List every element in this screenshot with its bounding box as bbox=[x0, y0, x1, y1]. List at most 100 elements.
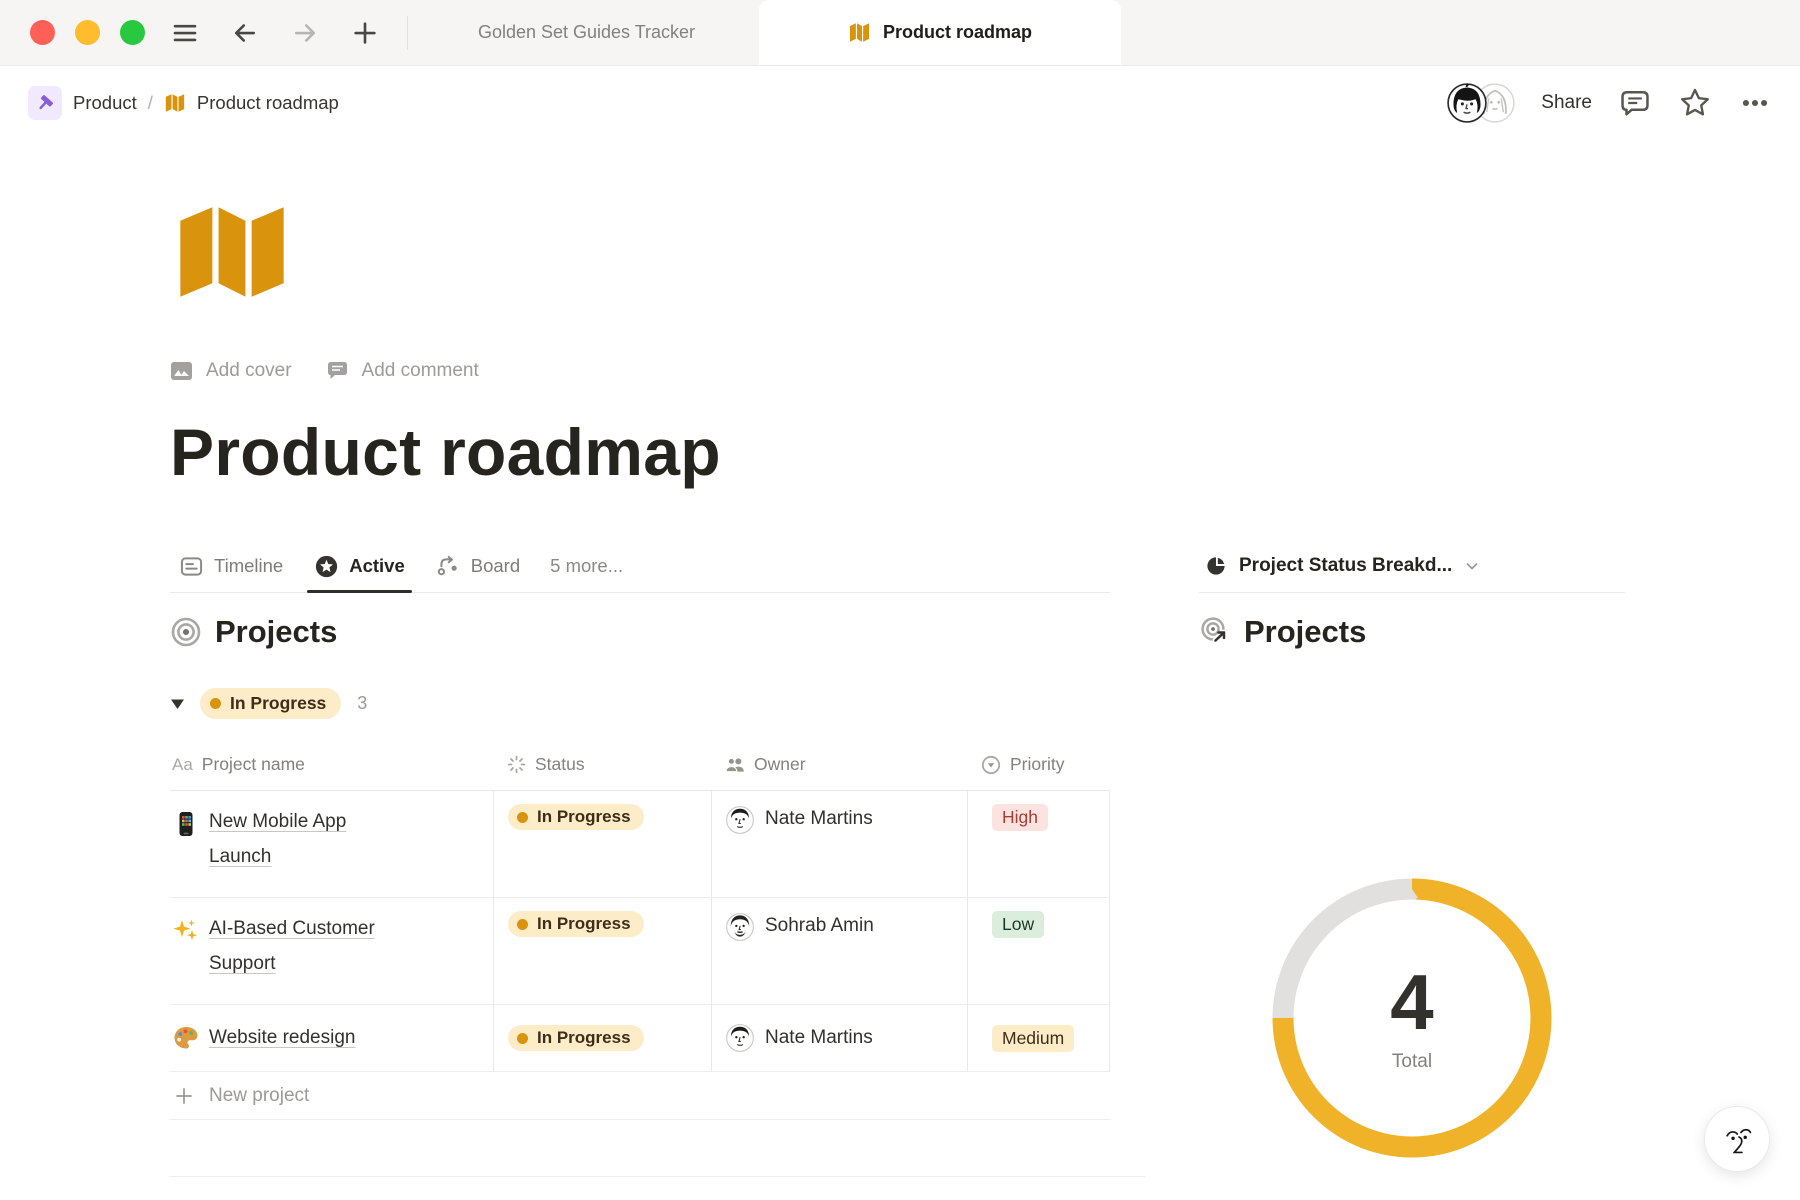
chart-view-selector[interactable]: Project Status Breakd... bbox=[1199, 540, 1486, 592]
add-comment-button[interactable]: Add comment bbox=[326, 360, 479, 382]
owner-cell[interactable]: Nate Martins bbox=[712, 791, 968, 897]
project-link[interactable]: New Mobile App Launch bbox=[209, 804, 395, 874]
status-pill[interactable]: In Progress bbox=[508, 911, 644, 937]
window-minimize-button[interactable] bbox=[75, 20, 100, 45]
page-icon-map[interactable] bbox=[170, 196, 294, 308]
forward-button[interactable] bbox=[285, 13, 325, 53]
page-title[interactable]: Product roadmap bbox=[170, 414, 1800, 490]
breadcrumb-separator: / bbox=[148, 92, 153, 114]
back-button[interactable] bbox=[225, 13, 265, 53]
priority-icon bbox=[981, 755, 1001, 775]
project-name-cell[interactable]: Website redesign bbox=[170, 1005, 494, 1071]
workspace-icon[interactable] bbox=[28, 86, 62, 120]
priority-tag[interactable]: High bbox=[992, 804, 1048, 831]
ai-face-icon bbox=[1716, 1118, 1758, 1160]
breadcrumb-workspace[interactable]: Product bbox=[73, 92, 137, 114]
tab-label: Board bbox=[471, 555, 520, 577]
group-toggle[interactable] bbox=[170, 698, 200, 710]
tab-active[interactable]: Active bbox=[305, 540, 414, 592]
status-spinner-icon bbox=[507, 755, 526, 774]
browser-tab-active[interactable]: Product roadmap bbox=[759, 0, 1121, 65]
owner-name: Nate Martins bbox=[765, 808, 873, 830]
browser-tab-inactive[interactable]: Golden Set Guides Tracker bbox=[414, 0, 759, 65]
more-views-button[interactable]: 5 more... bbox=[542, 555, 631, 577]
people-icon bbox=[725, 755, 745, 775]
browser-tab-bar: Golden Set Guides Tracker Product roadma… bbox=[0, 0, 1800, 66]
window-zoom-button[interactable] bbox=[120, 20, 145, 45]
comments-button[interactable] bbox=[1618, 86, 1652, 120]
owner-cell[interactable]: Sohrab Amin bbox=[712, 898, 968, 1004]
chart-view-label: Project Status Breakd... bbox=[1239, 555, 1452, 577]
collaborator-avatars[interactable] bbox=[1447, 83, 1515, 123]
forward-arrow-icon bbox=[290, 18, 320, 48]
share-button[interactable]: Share bbox=[1541, 92, 1592, 114]
image-icon bbox=[170, 361, 193, 381]
owner-cell[interactable]: Nate Martins bbox=[712, 1005, 968, 1071]
table-row: Website redesign In Progress Nate Martin… bbox=[170, 1005, 1110, 1072]
star-circle-icon bbox=[314, 554, 339, 579]
tab-title: Product roadmap bbox=[883, 22, 1032, 43]
column-header-priority[interactable]: Priority bbox=[968, 754, 1110, 775]
favorite-button[interactable] bbox=[1678, 86, 1712, 120]
group-label: In Progress bbox=[230, 693, 326, 714]
app-header: Product / Product roadmap Share bbox=[0, 66, 1800, 140]
column-header-name[interactable]: Aa Project name bbox=[170, 754, 494, 775]
group-header: In Progress 3 bbox=[170, 688, 1110, 719]
project-name-cell[interactable]: New Mobile App Launch bbox=[170, 791, 494, 897]
section-title[interactable]: Projects bbox=[215, 614, 337, 650]
status-breakdown-section: Project Status Breakd... Projects 4 Tota… bbox=[1199, 540, 1625, 1177]
target-arrow-icon bbox=[1199, 616, 1231, 648]
view-tabs: Timeline Active Board 5 more... bbox=[170, 540, 1110, 593]
project-link[interactable]: Website redesign bbox=[209, 1020, 355, 1055]
column-label: Priority bbox=[1010, 754, 1064, 775]
new-project-label: New project bbox=[209, 1085, 309, 1107]
page-body: Add cover Add comment Product roadmap Ti… bbox=[0, 196, 1800, 1177]
hammer-icon bbox=[34, 92, 56, 114]
chart-view-tabs: Project Status Breakd... bbox=[1199, 540, 1625, 593]
column-header-status[interactable]: Status bbox=[494, 754, 712, 775]
add-cover-button[interactable]: Add cover bbox=[170, 360, 292, 382]
status-label: In Progress bbox=[537, 914, 631, 934]
hamburger-icon bbox=[170, 18, 200, 48]
content-columns: Timeline Active Board 5 more... Projects bbox=[170, 540, 1800, 1177]
more-options-button[interactable] bbox=[1738, 86, 1772, 120]
add-cover-label: Add cover bbox=[206, 360, 292, 382]
section-title[interactable]: Projects bbox=[1244, 614, 1366, 650]
sidebar-menu-button[interactable] bbox=[165, 13, 205, 53]
project-name-cell[interactable]: AI-Based Customer Support bbox=[170, 898, 494, 1004]
status-dot bbox=[517, 1033, 528, 1044]
priority-tag[interactable]: Medium bbox=[992, 1025, 1074, 1052]
comment-icon bbox=[1618, 86, 1652, 120]
text-icon: Aa bbox=[172, 755, 193, 775]
status-dot bbox=[517, 919, 528, 930]
column-label: Owner bbox=[754, 754, 806, 775]
status-pill[interactable]: In Progress bbox=[508, 1025, 644, 1051]
pie-chart-icon bbox=[1205, 555, 1227, 577]
tab-timeline[interactable]: Timeline bbox=[170, 540, 292, 592]
column-header-owner[interactable]: Owner bbox=[712, 754, 968, 775]
donut-total-label: Total bbox=[1392, 1051, 1432, 1073]
avatar bbox=[726, 1024, 754, 1052]
new-tab-button[interactable] bbox=[345, 13, 385, 53]
status-label: In Progress bbox=[537, 807, 631, 827]
section-divider bbox=[170, 1176, 1145, 1177]
group-status-pill[interactable]: In Progress bbox=[200, 688, 341, 719]
ai-assistant-button[interactable] bbox=[1704, 1106, 1770, 1172]
project-link[interactable]: AI-Based Customer Support bbox=[209, 911, 395, 981]
tab-label: Active bbox=[349, 555, 405, 577]
column-label: Project name bbox=[202, 754, 305, 775]
avatar bbox=[726, 806, 754, 834]
new-project-button[interactable]: New project bbox=[170, 1072, 1110, 1120]
timeline-icon bbox=[179, 554, 204, 579]
window-close-button[interactable] bbox=[30, 20, 55, 45]
status-dot bbox=[517, 812, 528, 823]
donut-total-value: 4 bbox=[1390, 963, 1433, 1041]
status-dot bbox=[210, 698, 221, 709]
board-icon bbox=[436, 554, 461, 579]
breadcrumb-page[interactable]: Product roadmap bbox=[197, 92, 339, 114]
priority-tag[interactable]: Low bbox=[992, 911, 1044, 938]
tab-board[interactable]: Board bbox=[427, 540, 529, 592]
status-pill[interactable]: In Progress bbox=[508, 804, 644, 830]
priority-cell: Low bbox=[968, 898, 1110, 1004]
back-arrow-icon bbox=[230, 18, 260, 48]
